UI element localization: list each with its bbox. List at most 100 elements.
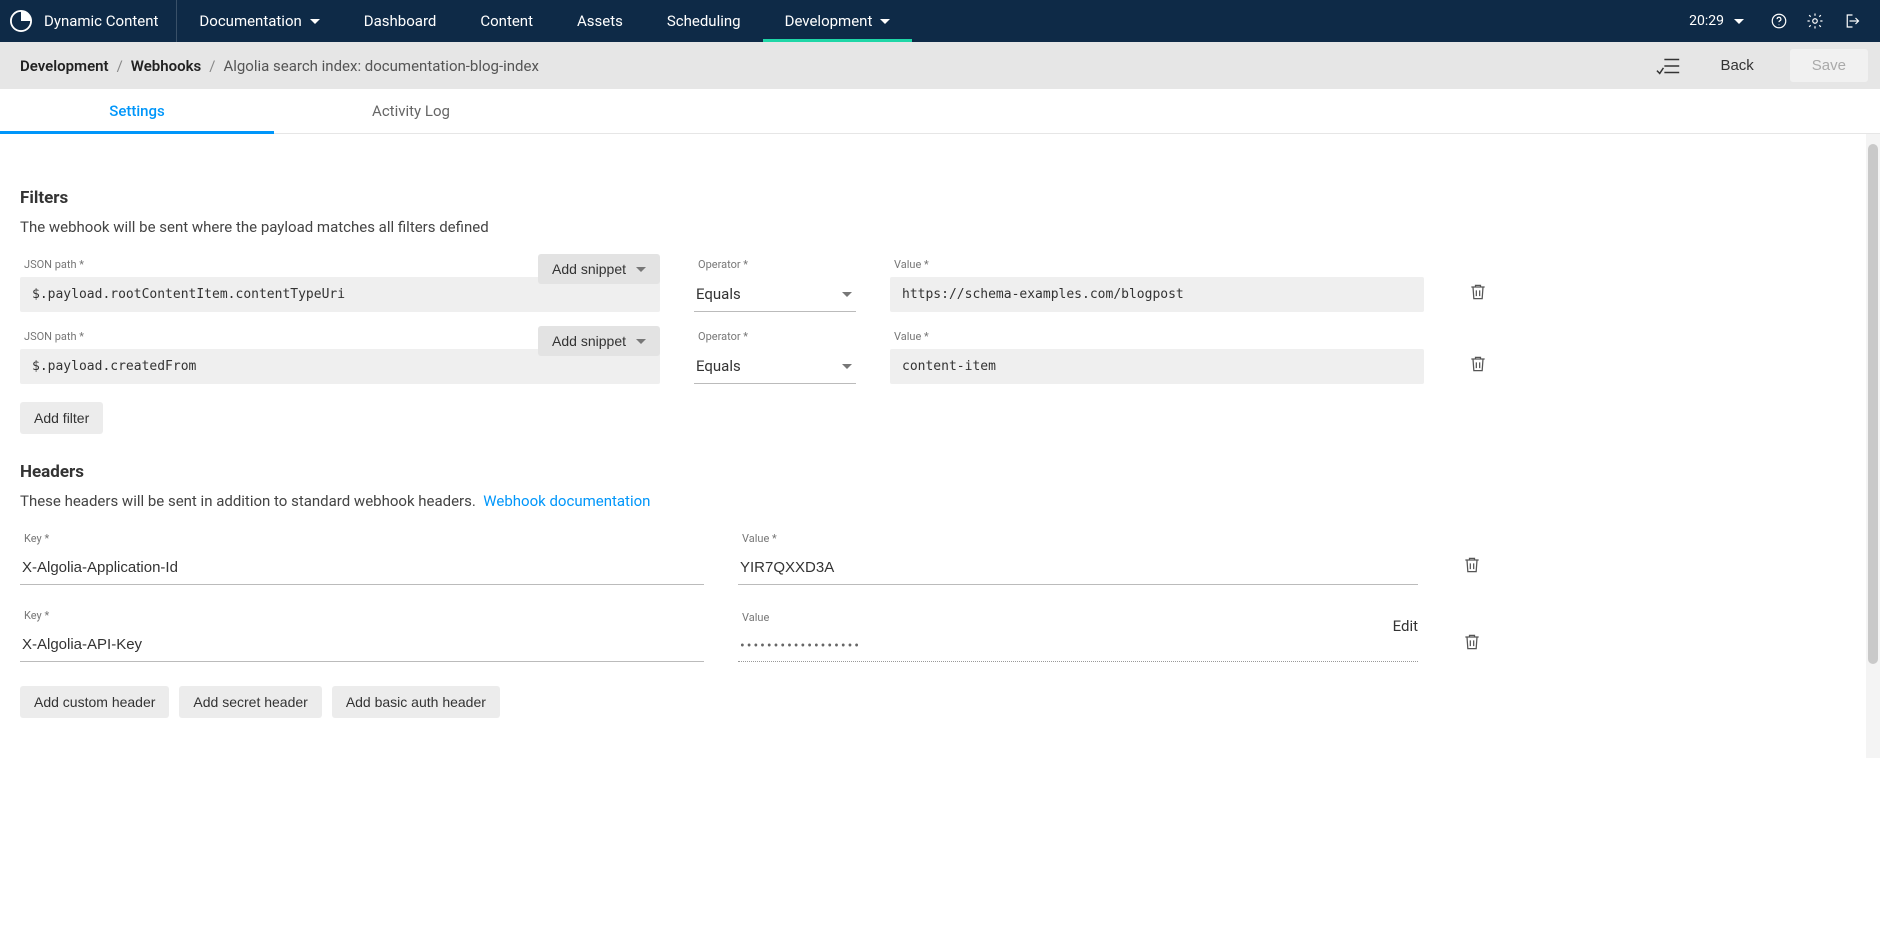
chevron-down-icon (1734, 19, 1744, 24)
page-body: Filters The webhook will be sent where t… (0, 134, 1880, 758)
add-filter-button[interactable]: Add filter (20, 402, 103, 434)
breadcrumb-webhooks[interactable]: Webhooks (131, 57, 201, 75)
header-row: Key * Value * (20, 532, 1860, 585)
breadcrumb-separator: / (117, 57, 123, 75)
header-value-label: Value * (742, 532, 1418, 545)
nav-scheduling-label: Scheduling (667, 12, 741, 30)
help-icon[interactable] (1764, 6, 1794, 36)
add-secret-header-button[interactable]: Add secret header (179, 686, 321, 718)
json-path-field: Add snippet JSON path * (20, 258, 660, 312)
tab-settings[interactable]: Settings (0, 89, 274, 133)
chevron-down-icon (636, 339, 646, 344)
tab-activity-log[interactable]: Activity Log (274, 89, 548, 133)
back-button[interactable]: Back (1698, 49, 1775, 82)
clock-dropdown[interactable]: 20:29 (1675, 13, 1758, 29)
subheader-actions: Back Save (1654, 49, 1868, 82)
operator-field: Operator * Equals (694, 330, 856, 384)
header-value-field: Value * (738, 532, 1418, 585)
tab-activity-log-label: Activity Log (372, 102, 450, 120)
operator-field: Operator * Equals (694, 258, 856, 312)
chevron-down-icon (842, 364, 852, 369)
delete-header-button[interactable] (1462, 554, 1482, 579)
delete-filter-button[interactable] (1468, 281, 1488, 306)
operator-select[interactable]: Equals (694, 277, 856, 312)
delete-header-button[interactable] (1462, 631, 1482, 656)
add-snippet-button[interactable]: Add snippet (538, 254, 660, 284)
breadcrumb-separator: / (209, 57, 215, 75)
operator-select[interactable]: Equals (694, 349, 856, 384)
filter-row: Add snippet JSON path * Operator * Equal… (20, 258, 1860, 312)
headers-desc-text: These headers will be sent in addition t… (20, 492, 476, 510)
add-snippet-label: Add snippet (552, 261, 626, 277)
nav-documentation[interactable]: Documentation (177, 0, 341, 42)
amplience-logo-icon (10, 10, 32, 32)
tab-settings-label: Settings (109, 102, 165, 120)
tabs: Settings Activity Log (0, 89, 1880, 134)
value-input[interactable] (890, 277, 1424, 312)
nav-content[interactable]: Content (458, 0, 555, 42)
value-label: Value * (894, 258, 1424, 271)
nav-development-label: Development (785, 12, 873, 30)
clock-time: 20:29 (1689, 13, 1724, 29)
header-key-input[interactable] (20, 628, 704, 662)
header-value-input[interactable] (738, 551, 1418, 585)
nav-assets[interactable]: Assets (555, 0, 645, 42)
header-key-input[interactable] (20, 551, 704, 585)
value-label: Value * (894, 330, 1424, 343)
filter-row: Add snippet JSON path * Operator * Equal… (20, 330, 1860, 384)
breadcrumb-current: Algolia search index: documentation-blog… (223, 57, 538, 75)
trash-icon (1462, 631, 1482, 653)
header-value-label: Value (742, 611, 1418, 624)
header-buttons: Add custom header Add secret header Add … (20, 686, 1860, 718)
header-key-label: Key * (24, 609, 704, 622)
add-custom-header-button[interactable]: Add custom header (20, 686, 169, 718)
scrollbar-track[interactable] (1866, 134, 1880, 758)
top-nav: Dynamic Content Documentation Dashboard … (0, 0, 1880, 42)
gear-icon[interactable] (1800, 6, 1830, 36)
webhook-doc-link[interactable]: Webhook documentation (483, 492, 650, 510)
scrollbar-thumb[interactable] (1868, 144, 1878, 664)
edit-secret-button[interactable]: Edit (1393, 617, 1418, 635)
value-field: Value * (890, 258, 1424, 312)
chevron-down-icon (842, 292, 852, 297)
filters-heading: Filters (20, 188, 1860, 208)
logo-block: Dynamic Content (0, 0, 177, 42)
add-snippet-label: Add snippet (552, 333, 626, 349)
chevron-down-icon (310, 19, 320, 24)
add-basic-auth-header-button[interactable]: Add basic auth header (332, 686, 500, 718)
checklist-icon[interactable] (1654, 51, 1684, 81)
nav-assets-label: Assets (577, 12, 623, 30)
headers-desc: These headers will be sent in addition t… (20, 492, 1860, 510)
save-button: Save (1790, 49, 1868, 82)
sub-header: Development / Webhooks / Algolia search … (0, 42, 1880, 89)
header-secret-value: •••••••••••••••••• (738, 630, 1418, 662)
delete-filter-button[interactable] (1468, 353, 1488, 378)
headers-heading: Headers (20, 462, 1860, 482)
operator-label: Operator * (698, 330, 856, 343)
value-input[interactable] (890, 349, 1424, 384)
value-field: Value * (890, 330, 1424, 384)
nav-development[interactable]: Development (763, 0, 913, 42)
filters-desc: The webhook will be sent where the paylo… (20, 218, 1860, 236)
add-snippet-button[interactable]: Add snippet (538, 326, 660, 356)
nav-dashboard[interactable]: Dashboard (342, 0, 459, 42)
header-key-label: Key * (24, 532, 704, 545)
nav-dashboard-label: Dashboard (364, 12, 437, 30)
chevron-down-icon (880, 19, 890, 24)
breadcrumb: Development / Webhooks / Algolia search … (20, 57, 539, 75)
header-key-field: Key * (20, 609, 704, 662)
logout-icon[interactable] (1836, 6, 1866, 36)
product-name: Dynamic Content (44, 12, 158, 30)
header-secret-value-field: Value Edit •••••••••••••••••• (738, 611, 1418, 662)
nav-scheduling[interactable]: Scheduling (645, 0, 763, 42)
operator-value: Equals (696, 285, 741, 303)
operator-label: Operator * (698, 258, 856, 271)
header-row: Key * Value Edit •••••••••••••••••• (20, 609, 1860, 662)
breadcrumb-development[interactable]: Development (20, 57, 109, 75)
nav-documentation-label: Documentation (199, 12, 301, 30)
chevron-down-icon (636, 267, 646, 272)
operator-value: Equals (696, 357, 741, 375)
trash-icon (1462, 554, 1482, 576)
trash-icon (1468, 281, 1488, 303)
header-key-field: Key * (20, 532, 704, 585)
